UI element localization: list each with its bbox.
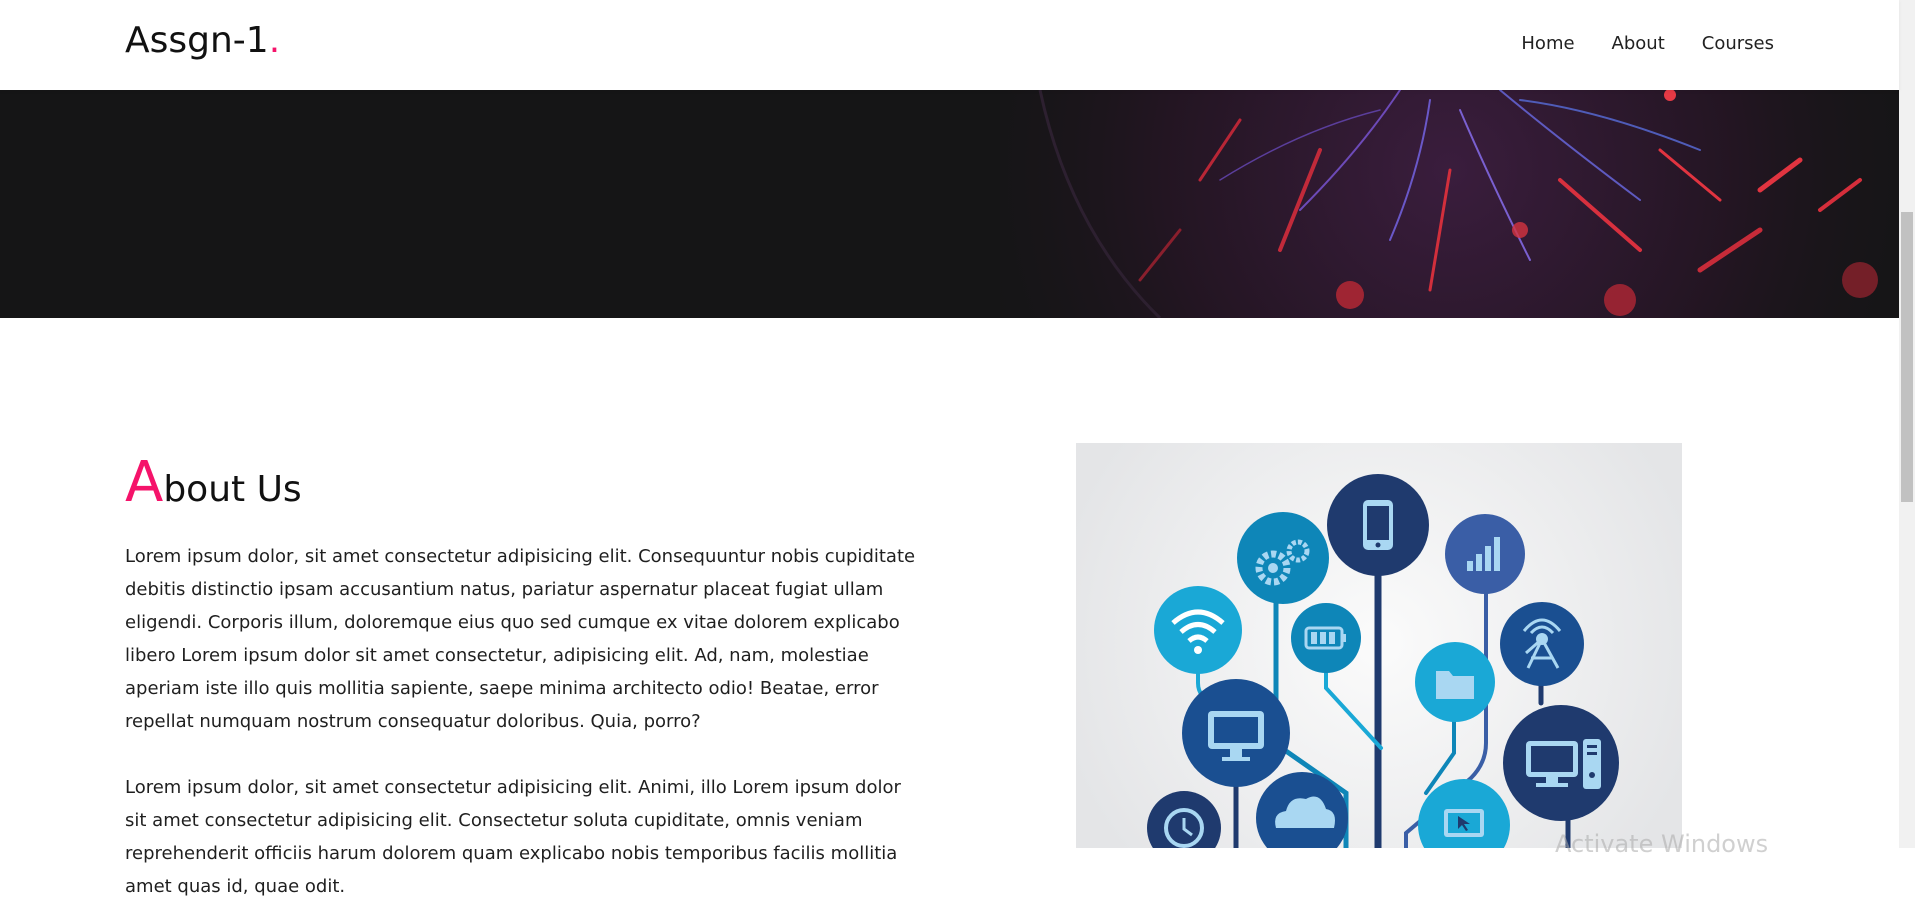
nav-link-courses[interactable]: Courses: [1702, 33, 1774, 54]
desktop-computer-icon: [1503, 705, 1619, 821]
hero-banner: [0, 90, 1899, 318]
antenna-icon: [1500, 602, 1584, 686]
wifi-icon: [1154, 586, 1242, 674]
about-paragraph-2: Lorem ipsum dolor, sit amet consectetur …: [125, 777, 901, 897]
navbar: Assgn-1. Home About Courses: [0, 0, 1899, 90]
about-heading-initial: A: [125, 450, 164, 515]
brand-logo[interactable]: Assgn-1.: [125, 20, 280, 61]
scrollbar-thumb[interactable]: [1901, 212, 1913, 502]
folder-icon: [1415, 642, 1495, 722]
smartphone-icon: [1327, 474, 1429, 576]
about-heading-rest: bout Us: [163, 469, 302, 510]
brand-dot: .: [268, 20, 281, 61]
nav-link-home[interactable]: Home: [1521, 33, 1574, 54]
scrollbar[interactable]: [1899, 0, 1915, 848]
monitor-icon: [1182, 679, 1290, 787]
tech-tree-illustration: [1076, 443, 1682, 848]
about-paragraph-1: Lorem ipsum dolor, sit amet consectetur …: [125, 546, 916, 732]
battery-icon: [1291, 603, 1361, 673]
nav-links: Home About Courses: [1521, 33, 1774, 54]
signal-bars-icon: [1445, 514, 1525, 594]
brand-text: Assgn-1: [125, 20, 269, 61]
nav-link-about[interactable]: About: [1612, 33, 1665, 54]
plasma-sphere-image: [1000, 90, 1899, 318]
gear-icon: [1237, 512, 1329, 604]
activate-windows-watermark: Activate Windows: [1555, 830, 1769, 858]
about-heading: About Us: [125, 455, 302, 515]
